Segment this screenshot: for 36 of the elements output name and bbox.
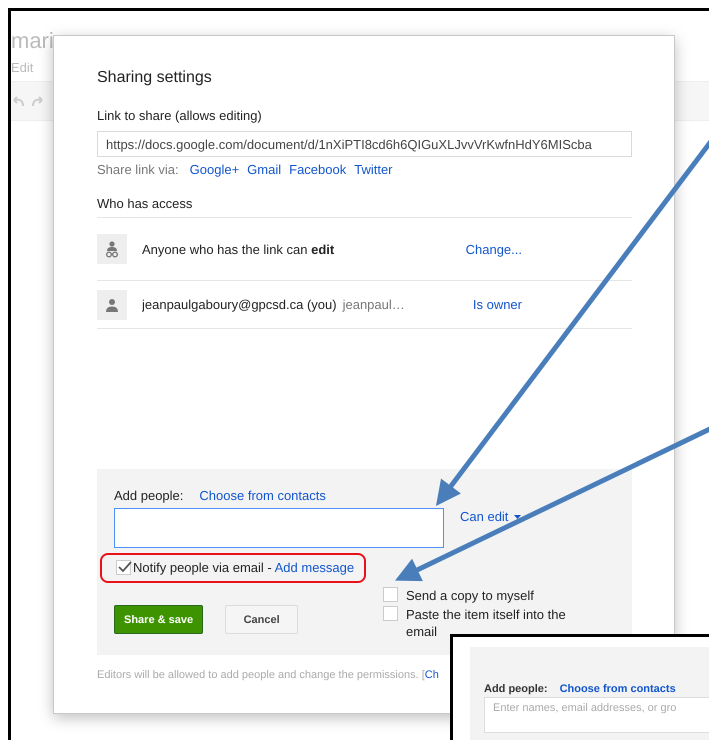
add-message-link[interactable]: Add message [274,560,354,575]
option-label: Paste the item itself into the email [406,606,567,640]
permission-dropdown[interactable]: Can edit [460,509,522,524]
contacts-link[interactable]: Choose from contacts [560,683,676,695]
contacts-link[interactable]: Choose from contacts [199,488,326,503]
add-people-label: Add people: [114,488,184,503]
people-input[interactable] [114,508,444,548]
share-via-label: Share link via: [97,162,179,177]
access-text: jeanpaulgaboury@gpcsd.ca (you) jeanpaul… [142,297,406,312]
access-heading: Who has access [97,196,632,218]
share-link[interactable]: Google+ [190,162,240,177]
access-text: Anyone who has the link can edit [142,242,336,256]
share-link[interactable]: Twitter [354,162,393,177]
redo-icon[interactable] [31,95,45,107]
dialog-title: Sharing settings [97,69,213,87]
access-link[interactable]: Change... [466,242,522,256]
person-link-icon [105,240,119,258]
access-link[interactable]: Is owner [472,297,522,312]
link-field[interactable]: https://docs.google.com/document/d/1nXiPTI8cd6h6QIGuXLJvvVrKwfnHdY6MIScba [97,131,632,157]
document-title: mari [11,28,54,53]
option-label: Send a copy to myself [406,587,534,604]
share-link[interactable]: Gmail [247,162,282,177]
link-label: Link to share (allows editing) [97,108,263,123]
add-people-label: Add people: [484,683,548,695]
checkbox[interactable] [116,560,131,575]
footer-link[interactable]: Ch [424,669,439,681]
undo-icon[interactable] [11,95,25,107]
checkbox[interactable] [383,587,398,602]
cancel-button[interactable]: Cancel [225,605,298,634]
person-icon [105,298,119,312]
share-save-button[interactable]: Share & save [114,605,204,634]
caret-icon [514,514,522,518]
notify-text: Notify people via email - Add message [133,560,354,575]
share-link[interactable]: Facebook [289,162,346,177]
checkmark-icon [118,561,132,573]
checkbox[interactable] [383,606,398,621]
